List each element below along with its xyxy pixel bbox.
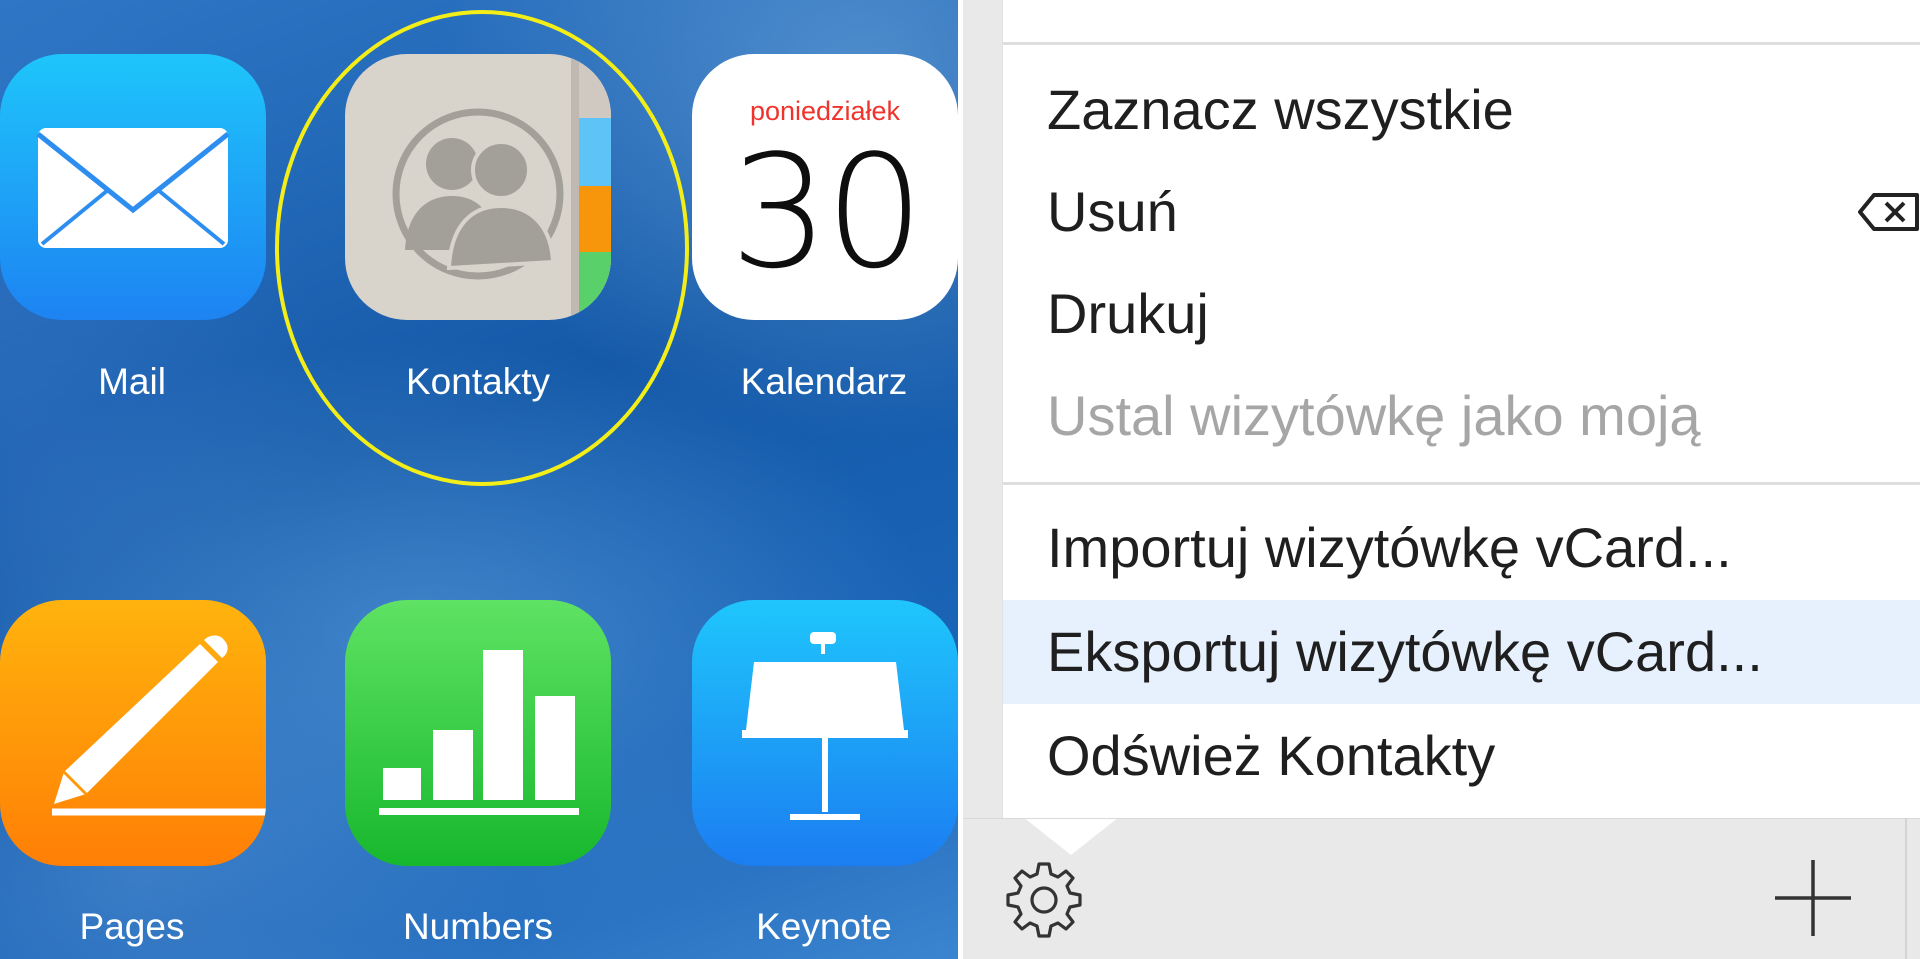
menu-item-label: Usuń [1047, 180, 1178, 243]
settings-dropdown-menu: Zaznacz wszystkie Usuń Drukuj Ustal wizy… [1003, 0, 1920, 818]
menu-item-label: Importuj wizytówkę vCard... [1047, 516, 1732, 579]
menu-separator [1003, 42, 1920, 45]
menu-item-label: Eksportuj wizytówkę vCard... [1047, 620, 1763, 683]
menu-item-set-as-my-card: Ustal wizytówkę jako moją [1003, 364, 1920, 468]
gear-icon [1006, 862, 1082, 938]
selection-highlight-ring [275, 10, 689, 486]
calendar-date: 30 [729, 121, 925, 303]
panel-edge [1905, 818, 1907, 959]
menu-item-import-vcard[interactable]: Importuj wizytówkę vCard... [1003, 496, 1920, 600]
contacts-settings-panel: Zaznacz wszystkie Usuń Drukuj Ustal wizy… [963, 0, 1920, 959]
menu-pointer-tail [1023, 817, 1119, 855]
menu-item-select-all[interactable]: Zaznacz wszystkie [1003, 58, 1920, 162]
pen-icon [52, 635, 266, 816]
menu-item-delete[interactable]: Usuń [1003, 160, 1920, 264]
menu-item-refresh-contacts[interactable]: Odśwież Kontakty [1003, 704, 1920, 808]
backspace-icon [1858, 193, 1919, 231]
settings-button[interactable] [999, 855, 1089, 945]
menu-item-label: Ustal wizytówkę jako moją [1047, 384, 1701, 447]
menu-separator [1003, 482, 1920, 485]
numbers-app-label: Numbers [402, 906, 554, 947]
pages-app-icon[interactable] [0, 600, 266, 866]
menu-item-export-vcard[interactable]: Eksportuj wizytówkę vCard... [1003, 600, 1920, 704]
bar-chart-icon [379, 650, 579, 815]
icloud-app-grid: Mail Kontakty poniedziałek 30 Kalendarz [0, 0, 958, 959]
keynote-app-label: Keynote [756, 906, 892, 947]
add-contact-button[interactable] [1771, 856, 1855, 940]
mail-app-label: Mail [98, 361, 166, 402]
numbers-app-icon[interactable] [345, 600, 611, 866]
podium-icon [742, 632, 908, 820]
keynote-app-icon[interactable] [692, 600, 958, 866]
plus-icon [1775, 860, 1851, 936]
envelope-icon [36, 128, 230, 248]
menu-item-label: Zaznacz wszystkie [1047, 78, 1514, 141]
menu-item-label: Drukuj [1047, 282, 1209, 345]
calendar-app-icon[interactable]: poniedziałek 30 [692, 54, 958, 320]
menu-item-print[interactable]: Drukuj [1003, 262, 1920, 366]
mail-app-icon[interactable] [0, 54, 266, 320]
calendar-app-label: Kalendarz [740, 361, 908, 402]
menu-item-label: Odśwież Kontakty [1047, 724, 1496, 787]
toolbar-top-border [963, 818, 1920, 819]
pages-app-label: Pages [79, 906, 185, 947]
